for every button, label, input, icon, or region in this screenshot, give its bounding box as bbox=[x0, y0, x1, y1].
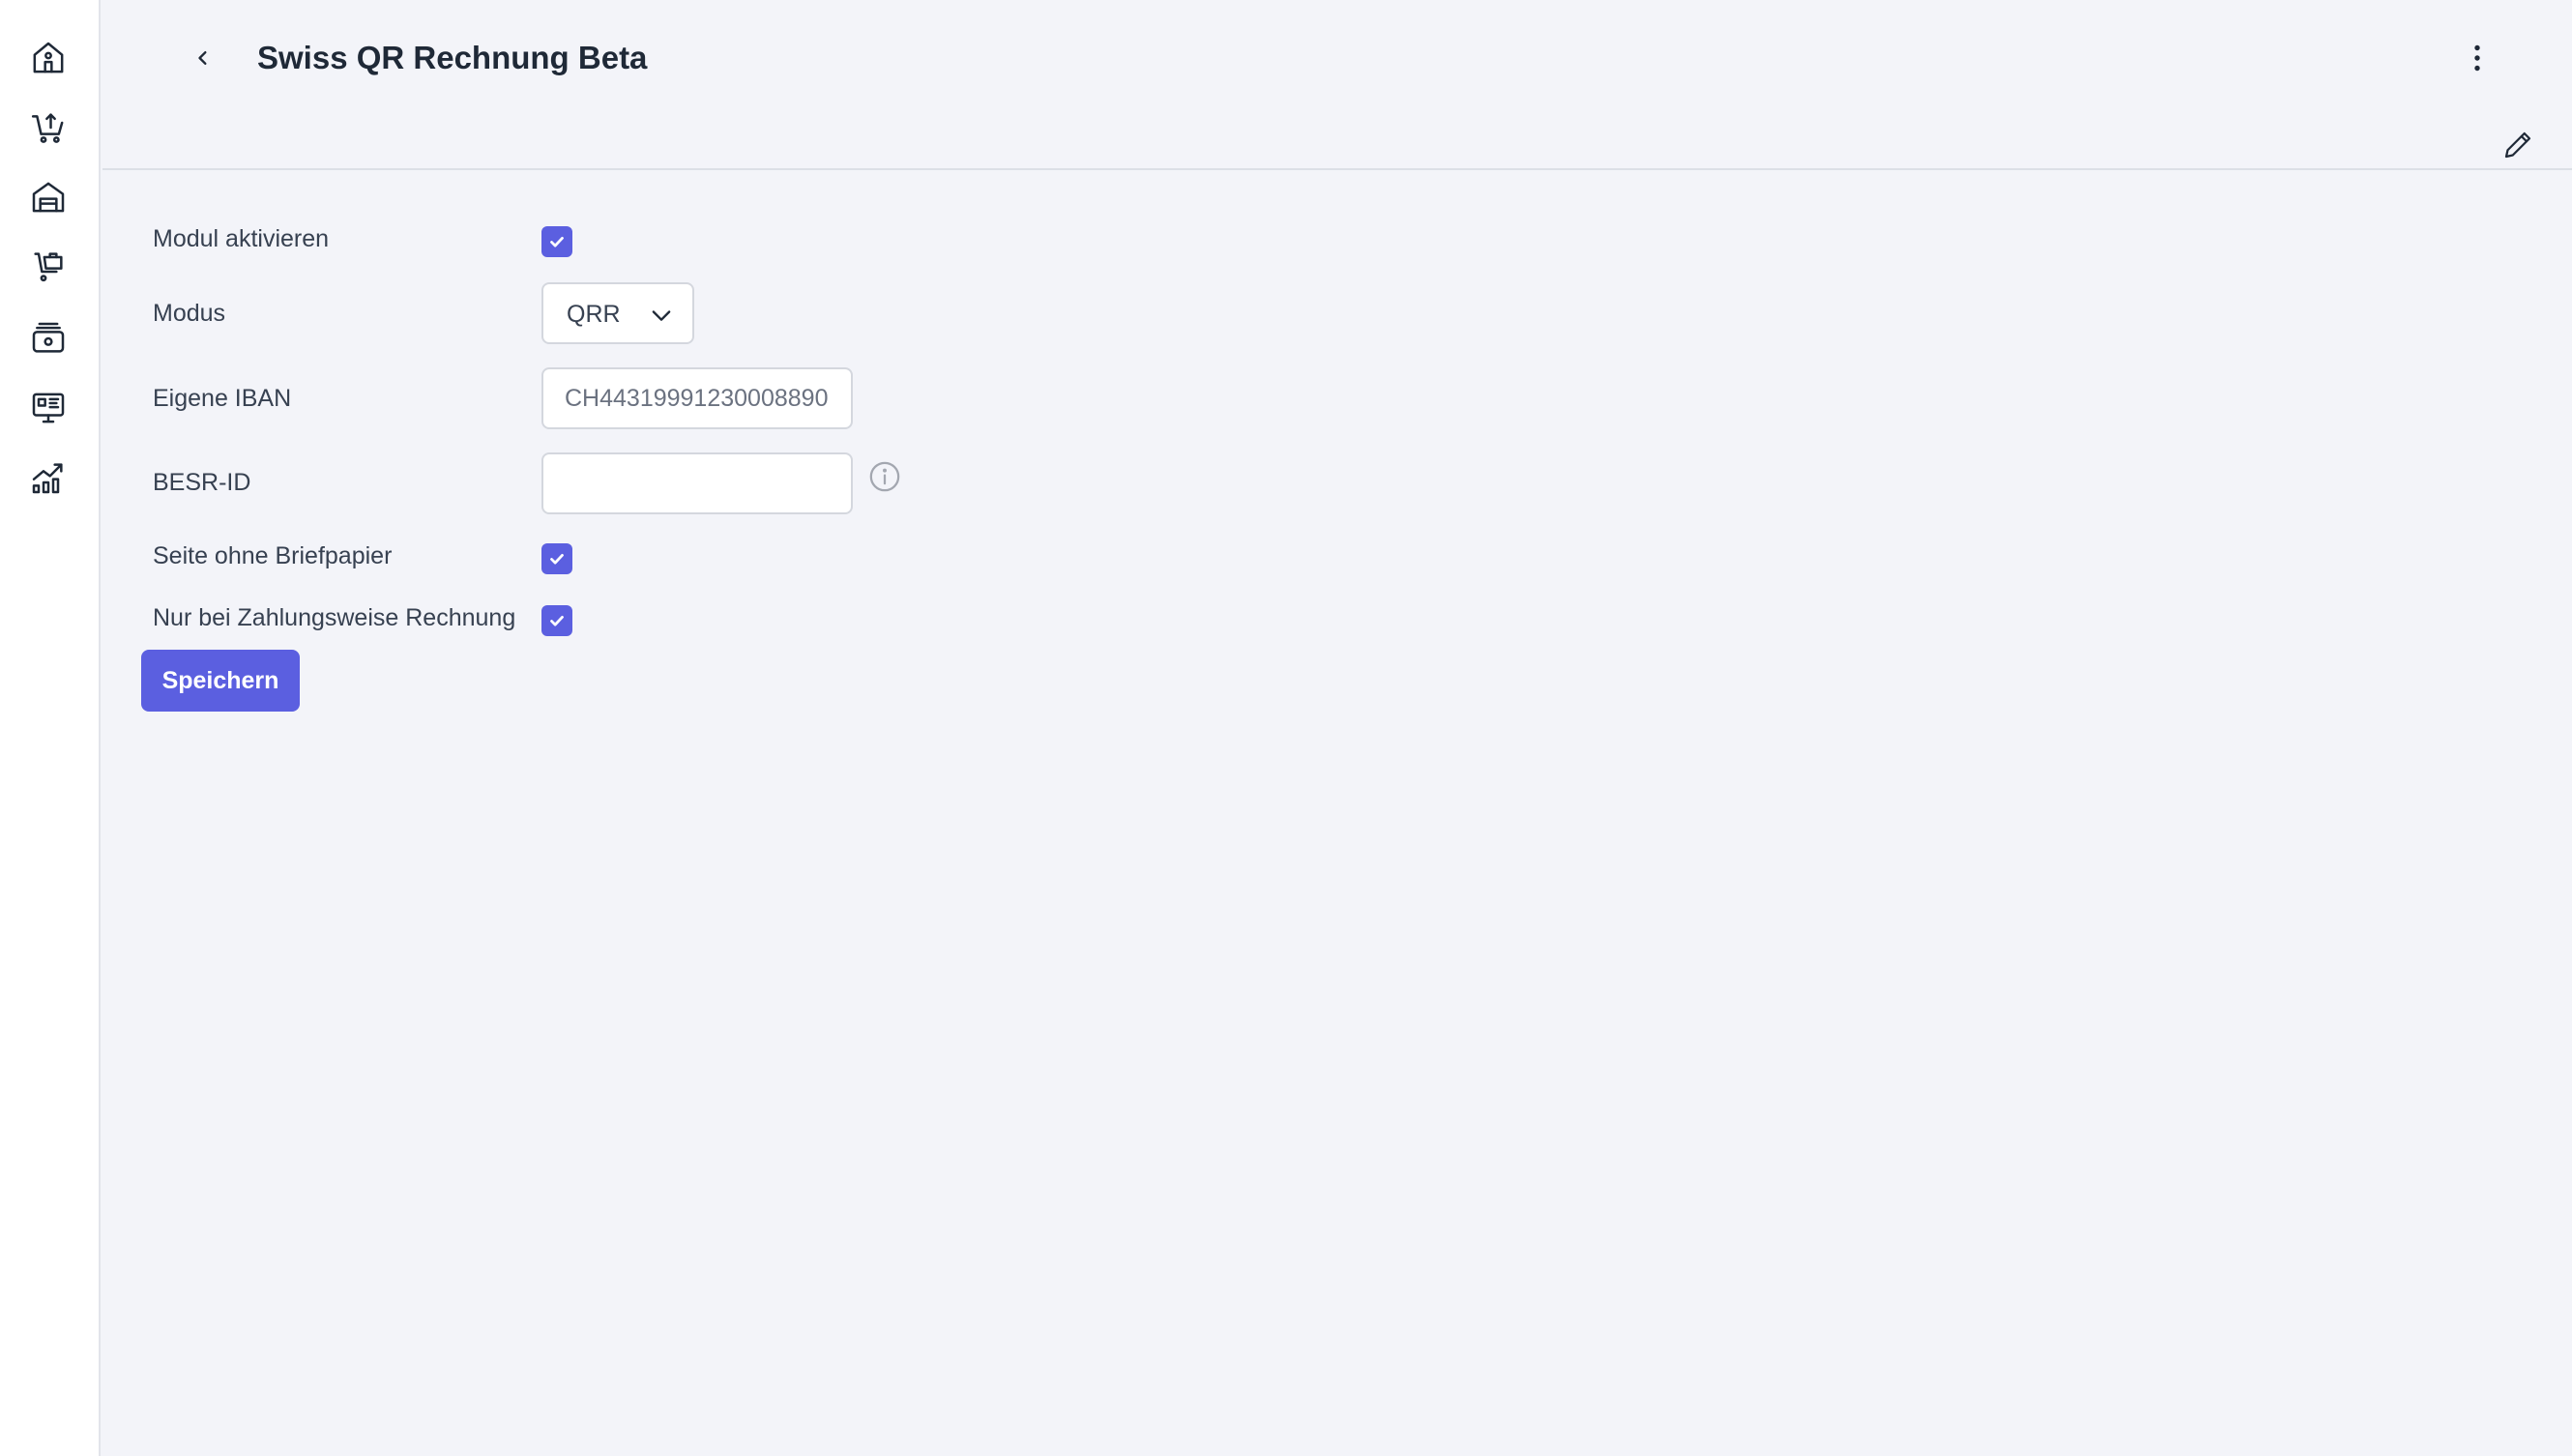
shopping-cart-icon[interactable] bbox=[27, 106, 70, 149]
activate-module-checkbox[interactable] bbox=[541, 226, 572, 257]
invoice-only-checkbox[interactable] bbox=[541, 605, 572, 636]
iban-label: Eigene IBAN bbox=[153, 385, 292, 412]
info-icon[interactable] bbox=[868, 460, 901, 493]
chevron-left-icon bbox=[198, 51, 207, 66]
besr-id-input[interactable] bbox=[541, 452, 853, 514]
check-icon bbox=[550, 236, 564, 248]
main-content: Swiss QR Rechnung Beta Modul aktivieren … bbox=[102, 0, 2572, 1456]
pencil-icon bbox=[2504, 131, 2531, 159]
chevron-down-icon bbox=[652, 310, 671, 321]
mode-select[interactable]: QRR bbox=[541, 282, 694, 344]
kebab-menu-icon bbox=[2474, 44, 2480, 72]
invoice-only-label: Nur bei Zahlungsweise Rechnung bbox=[153, 604, 516, 631]
iban-input[interactable] bbox=[541, 367, 853, 429]
presentation-icon[interactable] bbox=[27, 387, 70, 429]
cash-register-icon[interactable] bbox=[27, 317, 70, 360]
check-icon bbox=[550, 553, 564, 565]
home-icon[interactable] bbox=[27, 37, 70, 79]
sidebar bbox=[0, 0, 101, 1456]
back-button[interactable] bbox=[184, 39, 222, 77]
page-header: Swiss QR Rechnung Beta bbox=[102, 0, 2572, 170]
save-button[interactable]: Speichern bbox=[141, 650, 300, 712]
mode-select-value: QRR bbox=[567, 301, 621, 328]
page-title: Swiss QR Rechnung Beta bbox=[257, 40, 648, 75]
check-icon bbox=[550, 615, 564, 626]
shopping-bag-icon[interactable] bbox=[27, 246, 70, 288]
besr-id-label: BESR-ID bbox=[153, 469, 251, 496]
no-letterhead-checkbox[interactable] bbox=[541, 543, 572, 574]
edit-button[interactable] bbox=[2497, 124, 2539, 166]
warehouse-icon[interactable] bbox=[27, 176, 70, 218]
mode-label: Modus bbox=[153, 300, 226, 327]
activate-module-label: Modul aktivieren bbox=[153, 225, 330, 252]
no-letterhead-label: Seite ohne Briefpapier bbox=[153, 542, 393, 569]
analytics-icon[interactable] bbox=[27, 456, 70, 499]
more-options-button[interactable] bbox=[2456, 37, 2499, 79]
